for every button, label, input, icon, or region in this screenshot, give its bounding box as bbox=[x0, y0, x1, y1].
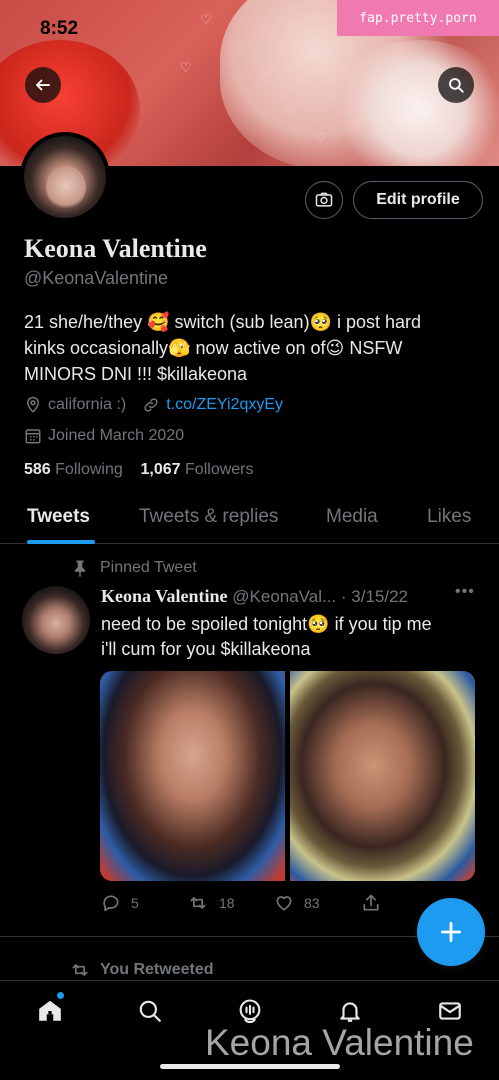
profile-bio: 21 she/he/they 🥰 switch (sub lean)🥺 i po… bbox=[24, 309, 474, 387]
you-retweeted-label: You Retweeted bbox=[67, 960, 214, 980]
tweet-author-name[interactable]: Keona Valentine bbox=[101, 586, 228, 606]
tweet-text-line: i'll cum for you $killakeona bbox=[101, 639, 311, 659]
profile-avatar[interactable] bbox=[20, 132, 110, 222]
tweet-media-grid bbox=[100, 671, 475, 881]
following-count: 586 bbox=[24, 461, 51, 478]
retweet-icon bbox=[67, 960, 93, 980]
home-indicator bbox=[160, 1064, 340, 1069]
heart-icon bbox=[274, 893, 294, 913]
tab-tweets-replies[interactable]: Tweets & replies bbox=[139, 506, 278, 528]
bio-line: MINORS DNI !!! $killakeona bbox=[24, 364, 248, 384]
reply-count: 5 bbox=[131, 895, 139, 911]
retweet-icon bbox=[187, 893, 209, 913]
messages-icon bbox=[439, 1002, 461, 1020]
tweet-author-handle: @KeonaVal... bbox=[232, 587, 337, 606]
calendar-icon bbox=[24, 427, 42, 445]
bio-line: kinks occasionally🫣 now active on of😉 NS… bbox=[24, 338, 403, 358]
tweet-header: Keona Valentine @KeonaVal... · 3/15/22 bbox=[101, 586, 408, 607]
tweet-photo[interactable] bbox=[100, 671, 285, 881]
pin-icon bbox=[67, 558, 93, 578]
profile-tabs: Tweets Tweets & replies Media Likes bbox=[0, 500, 499, 544]
search-icon bbox=[139, 1000, 161, 1022]
nav-search[interactable] bbox=[135, 996, 165, 1026]
profile-joined: Joined March 2020 bbox=[48, 427, 185, 444]
tweet-text: need to be spoiled tonight🥺 if you tip m… bbox=[101, 612, 481, 662]
share-icon bbox=[361, 893, 381, 913]
tweet-text-line: need to be spoiled tonight🥺 if you tip m… bbox=[101, 614, 432, 634]
status-bar-time: 8:52 bbox=[40, 18, 79, 39]
tweet-avatar[interactable] bbox=[22, 586, 90, 654]
profile-location: california :) bbox=[48, 396, 127, 413]
nav-home[interactable] bbox=[35, 996, 65, 1026]
spaces-icon bbox=[239, 999, 261, 1024]
camera-icon bbox=[315, 192, 333, 207]
home-notification-dot bbox=[57, 992, 64, 999]
tweet-more-button[interactable]: ••• bbox=[455, 583, 475, 601]
tweet-date: · 3/15/22 bbox=[340, 587, 409, 606]
bio-line: 21 she/he/they 🥰 switch (sub lean)🥺 i po… bbox=[24, 312, 422, 332]
pinned-tweet-label: Pinned Tweet bbox=[67, 558, 197, 578]
camera-button[interactable] bbox=[305, 181, 343, 219]
link-icon bbox=[142, 396, 160, 414]
following-label: Following bbox=[55, 461, 123, 478]
like-count: 83 bbox=[304, 895, 320, 911]
tweet-photo[interactable] bbox=[290, 671, 475, 881]
watermark-bottom: Keona Valentine bbox=[205, 1022, 474, 1063]
share-button[interactable] bbox=[361, 893, 391, 913]
home-icon bbox=[39, 1000, 61, 1021]
notifications-icon bbox=[340, 1002, 360, 1022]
profile-link[interactable]: t.co/ZEYi2qxyEy bbox=[166, 396, 283, 414]
profile-name: Keona Valentine bbox=[24, 234, 207, 263]
tab-tweets[interactable]: Tweets bbox=[27, 506, 90, 528]
search-icon bbox=[449, 78, 464, 93]
profile-meta-joined: Joined March 2020 bbox=[24, 427, 184, 445]
edit-profile-button[interactable]: Edit profile bbox=[353, 181, 483, 219]
profile-follow-counts: 586 Following 1,067 Followers bbox=[24, 461, 254, 479]
tab-media[interactable]: Media bbox=[326, 506, 378, 528]
active-tab-indicator bbox=[27, 540, 95, 544]
retweet-button[interactable]: 18 bbox=[187, 893, 235, 913]
following-link[interactable]: 586 Following bbox=[24, 461, 123, 478]
compose-tweet-button[interactable] bbox=[417, 898, 485, 966]
location-pin-icon bbox=[24, 396, 42, 414]
plus-icon bbox=[440, 921, 462, 943]
like-button[interactable]: 83 bbox=[274, 893, 320, 913]
arrow-left-icon bbox=[36, 79, 50, 91]
profile-meta-location-link: california :) t.co/ZEYi2qxyEy bbox=[24, 396, 283, 414]
followers-link[interactable]: 1,067 Followers bbox=[141, 461, 254, 478]
reply-icon bbox=[101, 893, 121, 913]
watermark-top: fap.pretty.porn bbox=[337, 0, 499, 36]
reply-button[interactable]: 5 bbox=[101, 893, 139, 913]
tab-likes[interactable]: Likes bbox=[427, 506, 471, 528]
back-button[interactable] bbox=[25, 67, 61, 103]
search-button[interactable] bbox=[438, 67, 474, 103]
retweet-count: 18 bbox=[219, 895, 235, 911]
followers-count: 1,067 bbox=[140, 461, 181, 478]
profile-handle: @KeonaValentine bbox=[24, 268, 169, 288]
followers-label: Followers bbox=[185, 461, 254, 478]
